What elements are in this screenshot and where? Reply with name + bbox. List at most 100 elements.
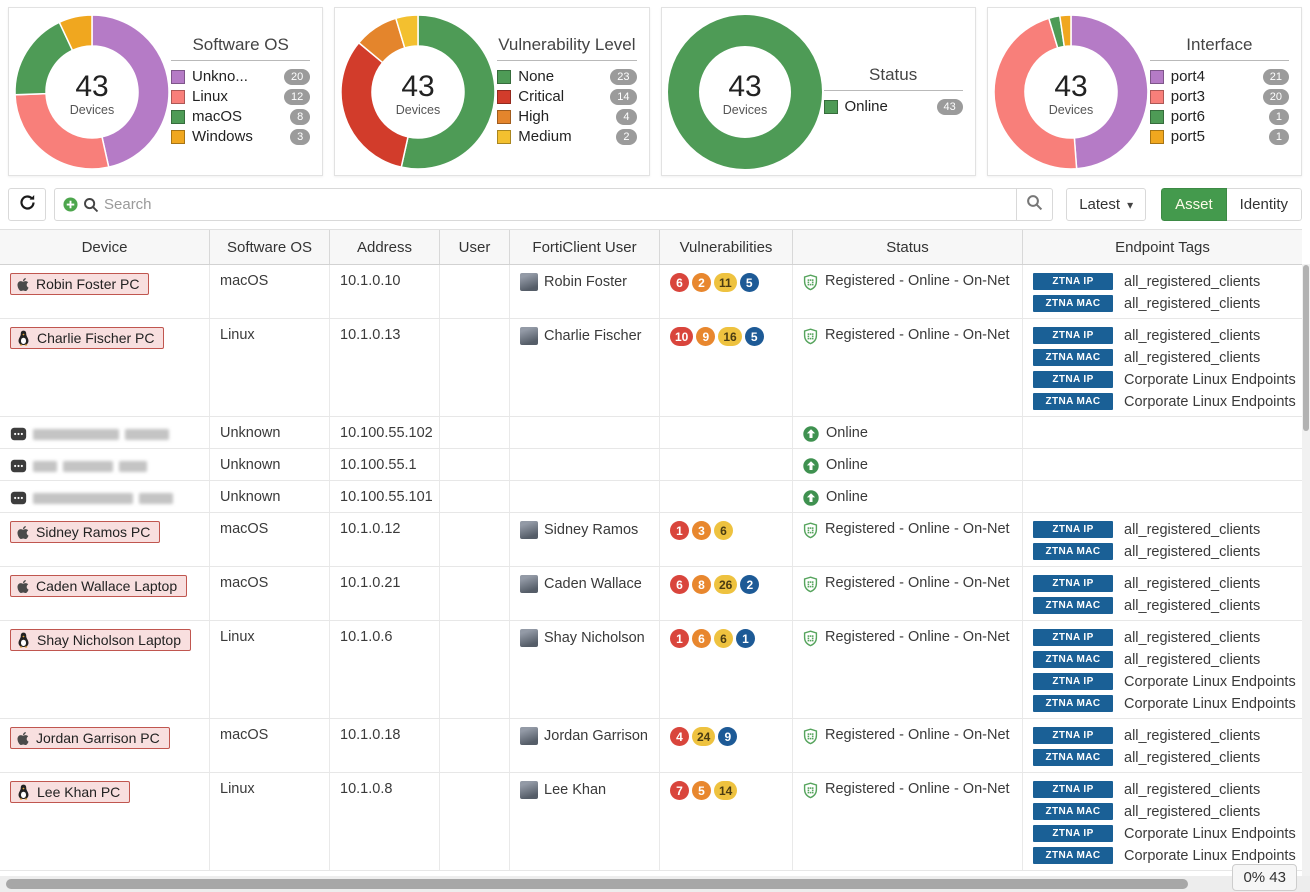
horizontal-scrollbar[interactable] <box>0 876 1310 892</box>
vulnerability-badge-medium[interactable]: 24 <box>692 727 716 746</box>
vulnerability-badge-low[interactable]: 9 <box>718 727 738 746</box>
legend-item-port6[interactable]: port6 1 <box>1149 108 1289 125</box>
endpoint-tag[interactable]: ZTNA MAC Corporate Linux Endpoints <box>1033 845 1296 866</box>
legend-item-critical[interactable]: Critical 14 <box>497 88 637 105</box>
vulnerability-badge-medium[interactable]: 26 <box>714 575 738 594</box>
vertical-scrollbar-thumb[interactable] <box>1303 265 1309 431</box>
vulnerability-badge-critical[interactable]: 1 <box>670 521 689 540</box>
vulnerability-badge-low[interactable]: 5 <box>744 327 764 346</box>
add-filter-icon[interactable] <box>63 197 78 212</box>
horizontal-scrollbar-thumb[interactable] <box>6 879 1188 889</box>
vulnerability-badge-high[interactable]: 8 <box>692 575 711 594</box>
column-header-status[interactable]: Status <box>793 230 1023 264</box>
legend-item-none[interactable]: None 23 <box>497 68 637 85</box>
vulnerability-badge-critical[interactable]: 6 <box>670 575 689 594</box>
endpoint-tag[interactable]: ZTNA MAC all_registered_clients <box>1033 541 1292 562</box>
legend-item-port3[interactable]: port3 20 <box>1149 88 1289 105</box>
vertical-scrollbar[interactable] <box>1302 264 1310 876</box>
column-header-device[interactable]: Device <box>0 230 210 264</box>
vulnerability-badge-high[interactable]: 5 <box>692 781 711 800</box>
tab-identity[interactable]: Identity <box>1226 188 1302 221</box>
device-chip[interactable]: Charlie Fischer PC <box>10 327 165 349</box>
device-chip[interactable]: Lee Khan PC <box>10 781 131 803</box>
endpoint-tag[interactable]: ZTNA MAC all_registered_clients <box>1033 649 1292 670</box>
vulnerability-badge-high[interactable]: 2 <box>692 273 711 292</box>
device-name-redacted[interactable] <box>10 425 169 441</box>
legend-item-online[interactable]: Online 43 <box>823 98 963 115</box>
column-header-address[interactable]: Address <box>330 230 440 264</box>
legend-item-windows[interactable]: Windows 3 <box>171 128 311 145</box>
endpoint-tag[interactable]: ZTNA IP Corporate Linux Endpoints <box>1033 823 1296 844</box>
search-input[interactable] <box>104 196 1009 213</box>
legend-item-linux[interactable]: Linux 12 <box>171 88 311 105</box>
table-row[interactable]: Unknown 10.100.55.101 Online <box>0 481 1302 513</box>
table-row[interactable]: Unknown 10.100.55.102 Online <box>0 417 1302 449</box>
vulnerability-badge-high[interactable]: 9 <box>696 327 716 346</box>
endpoint-tag[interactable]: ZTNA IP Corporate Linux Endpoints <box>1033 671 1296 692</box>
vulnerability-badge-low[interactable]: 5 <box>739 273 759 292</box>
device-name-redacted[interactable] <box>10 489 173 505</box>
endpoint-tag[interactable]: ZTNA IP all_registered_clients <box>1033 779 1292 800</box>
legend-item-port5[interactable]: port5 1 <box>1149 128 1289 145</box>
device-chip[interactable]: Shay Nicholson Laptop <box>10 629 191 651</box>
legend-item-medium[interactable]: Medium 2 <box>497 128 637 145</box>
endpoint-tag[interactable]: ZTNA IP all_registered_clients <box>1033 573 1292 594</box>
endpoint-tag[interactable]: ZTNA IP all_registered_clients <box>1033 519 1292 540</box>
table-row[interactable]: Lee Khan PC Linux 10.1.0.8 Lee Khan 7 5 14 Regi… <box>0 773 1302 871</box>
device-chip[interactable]: Caden Wallace Laptop <box>10 575 188 597</box>
table-row[interactable]: Robin Foster PC macOS 10.1.0.10 Robin Foste… <box>0 265 1302 319</box>
device-name-redacted[interactable] <box>10 457 147 473</box>
vulnerability-badge-critical[interactable]: 7 <box>670 781 689 800</box>
tab-asset[interactable]: Asset <box>1161 188 1227 221</box>
legend-item-unkno[interactable]: Unkno... 20 <box>171 68 311 85</box>
vulnerability-badge-medium[interactable]: 11 <box>714 273 737 292</box>
legend-item-port4[interactable]: port4 21 <box>1149 68 1289 85</box>
vulnerability-badge-low[interactable]: 2 <box>740 575 760 594</box>
vulnerability-badge-critical[interactable]: 6 <box>670 273 689 292</box>
endpoint-tag[interactable]: ZTNA IP Corporate Linux Endpoints <box>1033 369 1296 390</box>
ztna-tag-badge: ZTNA IP <box>1033 673 1113 690</box>
endpoint-tag[interactable]: ZTNA MAC all_registered_clients <box>1033 801 1292 822</box>
endpoint-tag[interactable]: ZTNA MAC all_registered_clients <box>1033 347 1292 368</box>
vulnerability-badge-critical[interactable]: 1 <box>670 629 689 648</box>
table-row[interactable]: Unknown 10.100.55.1 Online <box>0 449 1302 481</box>
forticlient-user-name: Charlie Fischer <box>544 328 642 344</box>
table-row[interactable]: Caden Wallace Laptop macOS 10.1.0.21 Caden … <box>0 567 1302 621</box>
device-chip[interactable]: Jordan Garrison PC <box>10 727 170 749</box>
vulnerability-badge-medium[interactable]: 6 <box>714 521 733 540</box>
column-header-software-os[interactable]: Software OS <box>210 230 330 264</box>
endpoint-tag[interactable]: ZTNA IP all_registered_clients <box>1033 271 1292 292</box>
vulnerability-badge-critical[interactable]: 10 <box>670 327 694 346</box>
endpoint-tag[interactable]: ZTNA IP all_registered_clients <box>1033 325 1292 346</box>
device-chip[interactable]: Sidney Ramos PC <box>10 521 161 543</box>
vulnerability-badge-low[interactable]: 1 <box>736 629 755 648</box>
vulnerability-badge-high[interactable]: 3 <box>692 521 711 540</box>
endpoint-tag[interactable]: ZTNA MAC Corporate Linux Endpoints <box>1033 693 1296 714</box>
table-row[interactable]: Sidney Ramos PC macOS 10.1.0.12 Sidney Ramo… <box>0 513 1302 567</box>
device-chip[interactable]: Robin Foster PC <box>10 273 150 295</box>
column-header-user[interactable]: User <box>440 230 510 264</box>
column-header-endpoint-tags[interactable]: Endpoint Tags <box>1023 230 1302 264</box>
endpoint-tag[interactable]: ZTNA IP all_registered_clients <box>1033 725 1292 746</box>
vulnerability-badge-medium[interactable]: 16 <box>718 327 742 346</box>
endpoint-tag[interactable]: ZTNA IP all_registered_clients <box>1033 627 1292 648</box>
refresh-button[interactable] <box>8 188 46 221</box>
search-button[interactable] <box>1017 188 1054 221</box>
vulnerability-badge-medium[interactable]: 14 <box>714 781 738 800</box>
vulnerability-badge-critical[interactable]: 4 <box>670 727 689 746</box>
column-header-forticlient-user[interactable]: FortiClient User <box>510 230 660 264</box>
endpoint-tag[interactable]: ZTNA MAC Corporate Linux Endpoints <box>1033 391 1296 412</box>
vulnerability-badge-high[interactable]: 6 <box>692 629 711 648</box>
endpoint-tag[interactable]: ZTNA MAC all_registered_clients <box>1033 293 1292 314</box>
legend-item-macos[interactable]: macOS 8 <box>171 108 311 125</box>
cell-software-os: macOS <box>210 265 330 318</box>
table-row[interactable]: Shay Nicholson Laptop Linux 10.1.0.6 Shay N… <box>0 621 1302 719</box>
legend-item-high[interactable]: High 4 <box>497 108 637 125</box>
table-row[interactable]: Charlie Fischer PC Linux 10.1.0.13 Charlie … <box>0 319 1302 417</box>
table-row[interactable]: Jordan Garrison PC macOS 10.1.0.18 Jordan G… <box>0 719 1302 773</box>
endpoint-tag[interactable]: ZTNA MAC all_registered_clients <box>1033 747 1292 768</box>
column-header-vulnerabilities[interactable]: Vulnerabilities <box>660 230 793 264</box>
vulnerability-badge-medium[interactable]: 6 <box>714 629 733 648</box>
latest-dropdown[interactable]: Latest <box>1066 188 1147 221</box>
endpoint-tag[interactable]: ZTNA MAC all_registered_clients <box>1033 595 1292 616</box>
